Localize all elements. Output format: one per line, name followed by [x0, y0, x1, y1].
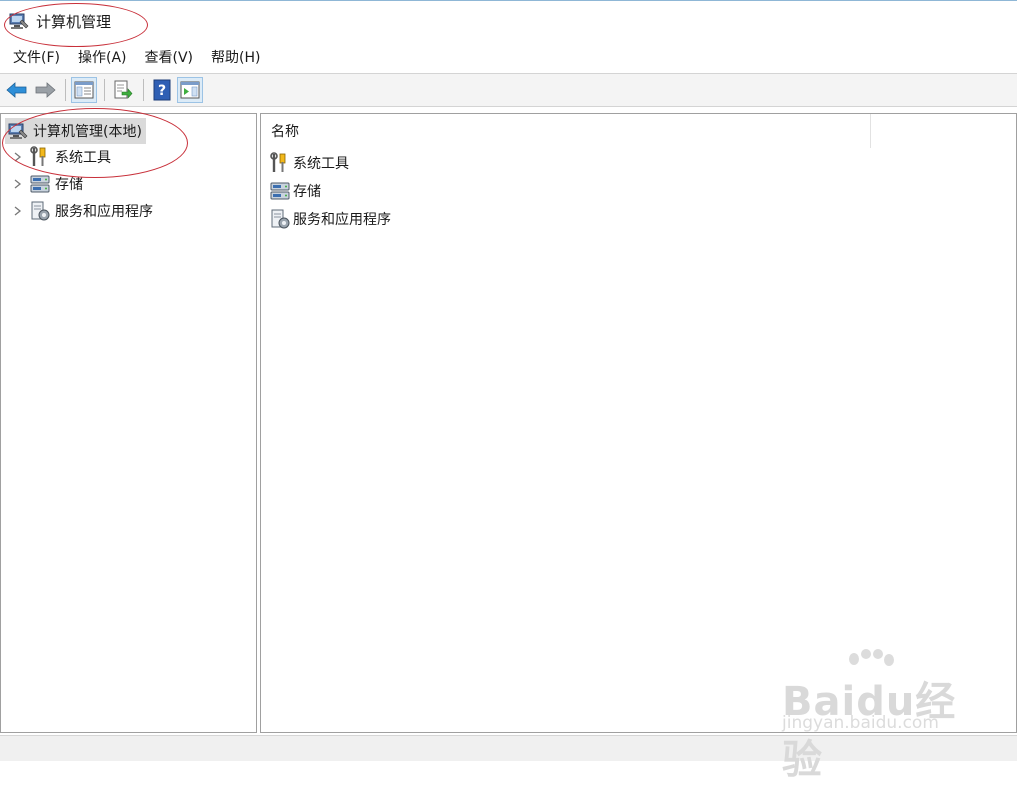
window-title: 计算机管理 — [36, 12, 112, 31]
result-pane: 名称 系统工具 存储 服务和应用程序 — [260, 113, 1017, 733]
svg-text:?: ? — [158, 83, 166, 99]
computer-management-icon — [8, 123, 28, 139]
tree-item-label: 服务和应用程序 — [55, 204, 153, 220]
help-button[interactable]: ? — [149, 77, 175, 103]
tree-item-storage[interactable]: 存储 — [11, 171, 83, 197]
forward-arrow-icon — [35, 82, 56, 98]
computer-management-icon — [9, 13, 29, 29]
chevron-right-icon[interactable] — [11, 177, 25, 191]
toolbar-separator — [143, 79, 144, 101]
tree-item-label: 系统工具 — [55, 150, 111, 166]
status-bar — [0, 735, 1017, 761]
services-apps-icon — [31, 201, 50, 221]
list-item-label: 系统工具 — [293, 156, 349, 172]
column-header-name[interactable]: 名称 — [261, 114, 871, 148]
menu-help[interactable]: 帮助(H) — [204, 44, 267, 70]
storage-icon — [270, 182, 290, 200]
tree-root-label: 计算机管理(本地) — [33, 124, 142, 140]
show-hide-action-pane-button[interactable] — [177, 77, 203, 103]
toolbar-separator — [65, 79, 66, 101]
forward-button[interactable] — [32, 77, 58, 103]
title-bar: 计算机管理 — [0, 1, 1017, 41]
help-icon: ? — [153, 79, 171, 101]
chevron-right-icon[interactable] — [11, 150, 25, 164]
tree-root-computer-management[interactable]: 计算机管理(本地) — [5, 118, 146, 144]
menu-view[interactable]: 查看(V) — [138, 44, 201, 70]
menu-bar: 文件(F) 操作(A) 查看(V) 帮助(H) — [0, 43, 1017, 71]
column-header-label: 名称 — [271, 124, 299, 140]
toolbar: ? — [0, 73, 1017, 107]
show-hide-console-tree-icon — [74, 81, 94, 99]
storage-icon — [30, 175, 50, 193]
computer-management-window: 计算机管理 文件(F) 操作(A) 查看(V) 帮助(H) ? 计算机管理(本地… — [0, 0, 1017, 783]
chevron-right-icon[interactable] — [11, 204, 25, 218]
menu-file[interactable]: 文件(F) — [6, 44, 67, 70]
export-list-icon — [114, 80, 133, 99]
services-apps-icon — [271, 209, 290, 229]
tree-item-system-tools[interactable]: 系统工具 — [11, 144, 111, 170]
console-tree-pane: 计算机管理(本地) 系统工具 存储 服务和应用程序 — [0, 113, 257, 733]
list-item-label: 服务和应用程序 — [293, 212, 391, 228]
list-item-label: 存储 — [293, 184, 321, 200]
back-button[interactable] — [4, 77, 30, 103]
export-list-button[interactable] — [110, 77, 136, 103]
tree-item-label: 存储 — [55, 177, 83, 193]
list-item-storage[interactable]: 存储 — [269, 178, 321, 204]
list-item-services-apps[interactable]: 服务和应用程序 — [269, 206, 391, 232]
toolbar-separator — [104, 79, 105, 101]
menu-action[interactable]: 操作(A) — [71, 44, 134, 70]
back-arrow-icon — [6, 82, 27, 98]
show-hide-console-tree-button[interactable] — [71, 77, 97, 103]
system-tools-icon — [270, 152, 286, 172]
show-hide-action-pane-icon — [180, 81, 200, 99]
system-tools-icon — [30, 146, 46, 166]
tree-item-services-apps[interactable]: 服务和应用程序 — [11, 198, 153, 224]
list-item-system-tools[interactable]: 系统工具 — [269, 150, 349, 176]
